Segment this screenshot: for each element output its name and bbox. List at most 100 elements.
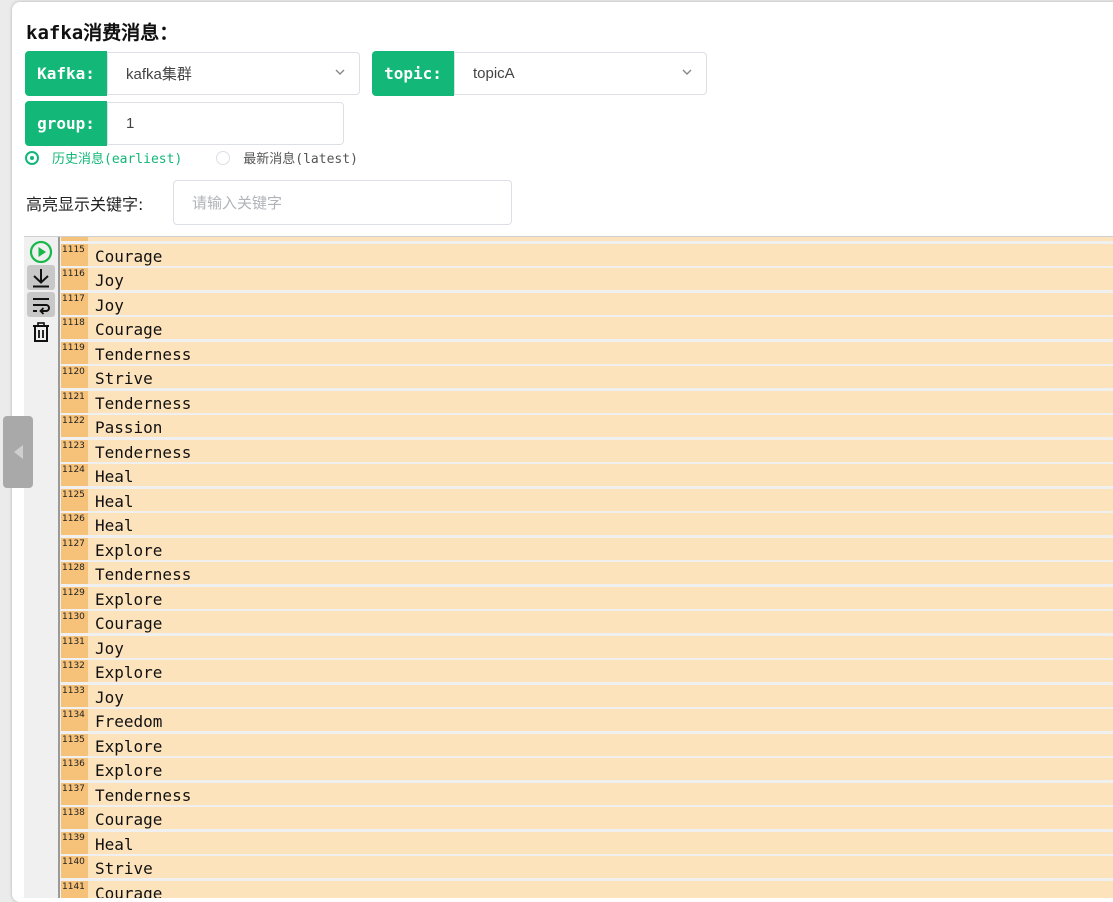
console-gutter (58, 237, 60, 898)
line-number: 1116 (61, 268, 88, 290)
radio-earliest-label: 历史消息(earliest) (52, 152, 183, 167)
message-text: Courage (95, 320, 163, 339)
clear-console-button[interactable] (27, 319, 55, 344)
kafka-cluster-value: kafka集群 (126, 66, 192, 83)
line-number: 1115 (61, 243, 88, 266)
message-text: Freedom (95, 712, 163, 731)
message-text: Tenderness (95, 442, 192, 462)
message-text: Heal (95, 491, 134, 511)
line-number: 1127 (61, 537, 88, 560)
console-lines: 1114Freedom1115Courage1116Joy1117Joy1118… (61, 237, 1113, 899)
message-text: Explore (95, 589, 163, 609)
message-text: Explore (95, 540, 163, 560)
line-number: 1132 (61, 660, 88, 682)
message-text: Strive (95, 369, 153, 388)
message-text: Explore (95, 761, 163, 780)
radio-latest[interactable]: 最新消息(latest) (216, 148, 358, 167)
radio-earliest[interactable]: 历史消息(earliest) (25, 148, 182, 167)
line-number: 1126 (61, 513, 88, 535)
line-number: 1133 (61, 684, 88, 707)
message-text: Tenderness (95, 565, 192, 584)
line-number: 1124 (61, 464, 88, 486)
start-consume-button[interactable] (27, 239, 55, 264)
chevron-down-icon (682, 69, 692, 75)
play-icon (29, 240, 53, 263)
message-text: Freedom (95, 237, 162, 241)
consume-mode-radio-group: 历史消息(earliest) 最新消息(latest) (25, 148, 392, 167)
line-number: 1123 (61, 439, 88, 462)
wrap-lines-button[interactable] (27, 292, 55, 317)
line-number: 1119 (61, 341, 88, 364)
group-value: 1 (126, 115, 135, 132)
line-number: 1135 (61, 733, 88, 756)
message-text: Passion (95, 418, 163, 437)
message-text: Joy (95, 295, 124, 315)
line-number: 1118 (61, 317, 88, 339)
line-number: 1134 (61, 709, 88, 731)
line-number: 1139 (61, 831, 88, 854)
console-line: 1133 Joy (61, 684, 1113, 707)
wrap-lines-icon (33, 297, 50, 315)
line-number: 1122 (61, 415, 88, 437)
line-number: 1129 (61, 586, 88, 609)
message-text: Strive (95, 859, 153, 878)
collapse-sidebar-handle[interactable] (3, 416, 33, 488)
line-number: 1136 (61, 758, 88, 780)
highlight-keyword-label: 高亮显示关键字: (26, 195, 144, 214)
console-line: 1115 Courage (61, 243, 1113, 266)
console-line: 1119 Tenderness (61, 341, 1113, 364)
message-text: Heal (95, 834, 134, 854)
console-line: 1116 Joy (61, 268, 1113, 290)
radio-latest-label: 最新消息(latest) (243, 152, 358, 167)
console-line: 1118 Courage (61, 317, 1113, 339)
topic-label: topic: (372, 51, 454, 96)
message-text: Heal (95, 467, 134, 486)
message-text: Courage (95, 883, 163, 899)
console-line: 1126 Heal (61, 513, 1113, 535)
console-line: 1138 Courage (61, 807, 1113, 829)
scroll-to-bottom-icon (33, 268, 49, 287)
page-title: kafka消费消息： (26, 22, 179, 44)
chevron-down-icon (335, 69, 345, 75)
kafka-cluster-select[interactable]: kafka集群 (107, 52, 360, 95)
message-text: Tenderness (95, 393, 192, 413)
group-label: group: (25, 101, 107, 146)
console-line: 1129 Explore (61, 586, 1113, 609)
console-line: 1117 Joy (61, 292, 1113, 315)
console-line: 1122 Passion (61, 415, 1113, 437)
message-text: Courage (95, 246, 163, 266)
console-toolbar (24, 237, 58, 898)
line-number: 1114 (61, 237, 88, 241)
topic-select[interactable]: topicA (454, 52, 707, 95)
console-line: 1130 Courage (61, 611, 1113, 633)
console-line: 1139 Heal (61, 831, 1113, 854)
console-line: 1136 Explore (61, 758, 1113, 780)
console-line: 1125 Heal (61, 488, 1113, 511)
line-number: 1140 (61, 856, 88, 878)
console-line: 1132 Explore (61, 660, 1113, 682)
console-line: 1114 Freedom (61, 237, 1113, 241)
message-text: Joy (95, 687, 124, 707)
console-line: 1128 Tenderness (61, 562, 1113, 584)
console-line: 1127 Explore (61, 537, 1113, 560)
scroll-to-bottom-button[interactable] (27, 265, 55, 290)
line-number: 1125 (61, 488, 88, 511)
kafka-label: Kafka: (25, 51, 107, 96)
console-line: 1134 Freedom (61, 709, 1113, 731)
message-text: Explore (95, 736, 163, 756)
console-line: 1135 Explore (61, 733, 1113, 756)
message-text: Tenderness (95, 785, 192, 805)
line-number: 1131 (61, 635, 88, 658)
console-line: 1137 Tenderness (61, 782, 1113, 805)
topic-value: topicA (473, 65, 515, 82)
message-text: Joy (95, 271, 124, 290)
group-input[interactable]: 1 (107, 102, 344, 145)
console-line: 1123 Tenderness (61, 439, 1113, 462)
radio-unchecked-icon (216, 150, 231, 165)
highlight-keyword-input[interactable]: 请输入关键字 (173, 180, 512, 225)
message-text: Explore (95, 663, 163, 682)
radio-checked-icon (25, 150, 39, 165)
line-number: 1117 (61, 292, 88, 315)
line-number: 1137 (61, 782, 88, 805)
line-number: 1121 (61, 390, 88, 413)
